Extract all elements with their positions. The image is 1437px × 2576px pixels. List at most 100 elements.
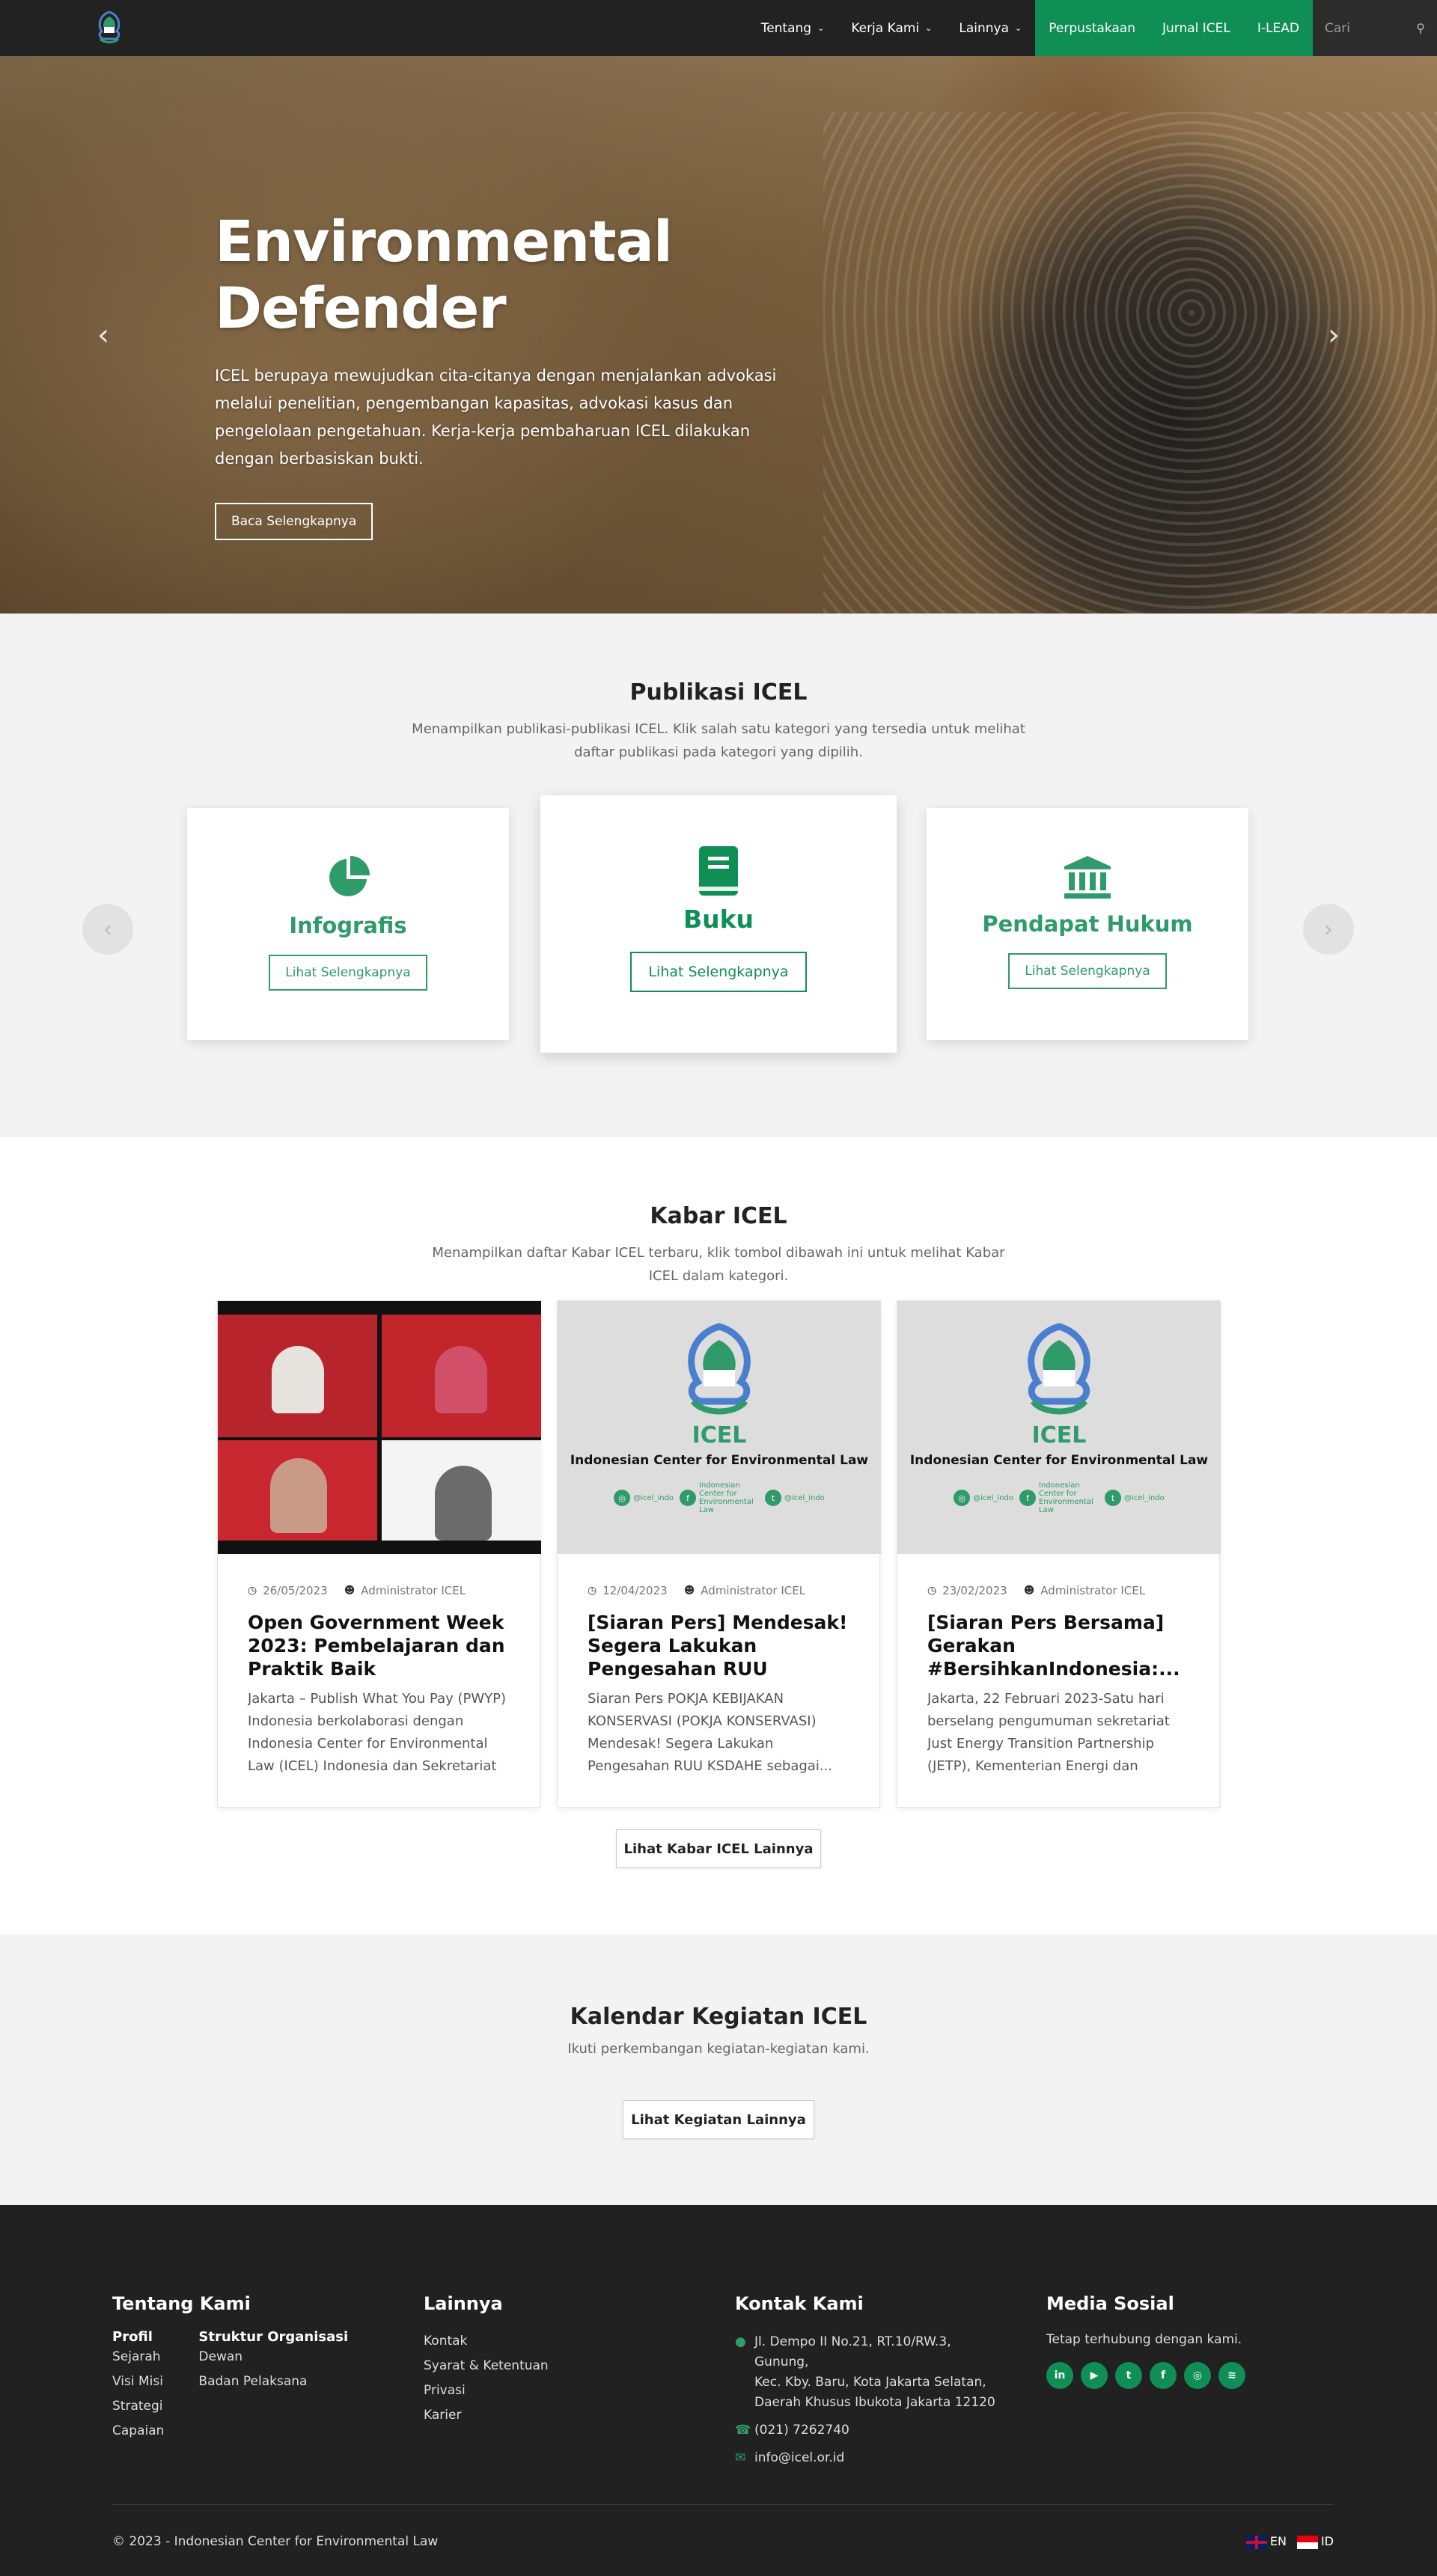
footer-lainnya-title: Lainnya: [424, 2293, 503, 2314]
spotify-icon[interactable]: ≋: [1218, 2362, 1245, 2389]
hero-prev-arrow-icon[interactable]: ‹: [97, 318, 109, 352]
instagram-icon[interactable]: ◎: [1184, 2362, 1211, 2389]
pub-card-button[interactable]: Lihat Selengkapnya: [269, 955, 427, 991]
lang-en[interactable]: EN: [1245, 2534, 1287, 2549]
nav-jurnal-icel[interactable]: Jurnal ICEL: [1149, 0, 1244, 56]
footer-profil-heading[interactable]: Profil: [112, 2329, 164, 2345]
icel-logo-icon: [1028, 1323, 1090, 1415]
carousel-prev-icon[interactable]: ‹: [82, 904, 133, 955]
footer-link-syarat[interactable]: Syarat & Ketentuan: [424, 2354, 549, 2378]
clock-icon: ◷: [248, 1585, 257, 1597]
clock-icon: ◷: [927, 1585, 937, 1597]
news-meta: ◷ 12/04/2023 ☻ Administrator ICEL: [588, 1584, 849, 1597]
nav-perpustakaan[interactable]: Perpustakaan: [1035, 0, 1149, 56]
footer-tentang-title: Tentang Kami: [112, 2293, 251, 2314]
chevron-down-icon: ⌄: [925, 23, 933, 33]
news-body: ◷ 12/04/2023 ☻ Administrator ICEL [Siara…: [558, 1554, 879, 1778]
copyright: © 2023 - Indonesian Center for Environme…: [112, 2534, 439, 2549]
pub-card-title: Pendapat Hukum: [982, 911, 1193, 937]
twitter-icon[interactable]: t: [1115, 2362, 1142, 2389]
lang-id[interactable]: ID: [1296, 2534, 1334, 2549]
facebook-icon: f: [1019, 1490, 1036, 1506]
pie-chart-icon: [187, 854, 509, 904]
twitter-icon: t: [1105, 1490, 1121, 1506]
nav-i-lead[interactable]: I-LEAD: [1244, 0, 1313, 56]
footer-link-karier[interactable]: Karier: [424, 2403, 549, 2428]
clock-icon: ◷: [588, 1585, 597, 1597]
instagram-icon: ◎: [614, 1490, 631, 1506]
phone-number: (021) 7262740: [754, 2423, 849, 2438]
nav-lainnya-label: Lainnya: [959, 20, 1010, 36]
kabar-subtitle: Menampilkan daftar Kabar ICEL terbaru, k…: [432, 1245, 1005, 1284]
footer-link-strategi[interactable]: Strategi: [112, 2394, 164, 2419]
search-input[interactable]: [1325, 20, 1407, 36]
pub-card-button[interactable]: Lihat Selengkapnya: [630, 952, 807, 992]
news-body: ◷ 23/02/2023 ☻ Administrator ICEL [Siara…: [897, 1554, 1219, 1778]
social-links: in ▶ t f ◎ ≋: [1046, 2362, 1245, 2389]
hero-title: Environmental Defender: [215, 208, 673, 341]
footer-link-kontak[interactable]: Kontak: [424, 2329, 549, 2354]
news-body: ◷ 26/05/2023 ☻ Administrator ICEL Open G…: [218, 1554, 540, 1778]
kabar-section: Kabar ICEL Menampilkan daftar Kabar ICEL…: [0, 1137, 1437, 1934]
more-news-button[interactable]: Lihat Kabar ICEL Lainnya: [616, 1829, 821, 1868]
thumb-handle: @icel_indo: [973, 1493, 1013, 1502]
footer-lainnya: Lainnya Kontak Syarat & Ketentuan Privas…: [424, 2293, 549, 2428]
news-title[interactable]: Open Government Week 2023: Pembelajaran …: [248, 1611, 510, 1680]
pub-card-pendapat-hukum[interactable]: Pendapat Hukum Lihat Selengkapnya: [927, 808, 1248, 1040]
publikasi-title: Publikasi ICEL: [629, 679, 808, 706]
nav-lainnya[interactable]: Lainnya ⌄: [945, 0, 1035, 56]
news-date: 23/02/2023: [942, 1584, 1007, 1597]
nav-kerja-kami-label: Kerja Kami: [851, 20, 920, 36]
icel-logo[interactable]: [93, 9, 126, 46]
navbar: Tentang ⌄ Kerja Kami ⌄ Lainnya ⌄ Perpustaka…: [0, 0, 1437, 56]
linkedin-icon[interactable]: in: [1046, 2362, 1073, 2389]
nav-green-group: Perpustakaan Jurnal ICEL I-LEAD: [1035, 0, 1313, 56]
hero-read-more-button[interactable]: Baca Selengkapnya: [215, 503, 373, 540]
footer-link-sejarah[interactable]: Sejarah: [112, 2345, 164, 2370]
footer-phone[interactable]: ☎ (021) 7262740: [735, 2420, 1004, 2441]
news-card[interactable]: ICEL Indonesian Center for Environmental…: [897, 1300, 1221, 1808]
footer-link-dewan[interactable]: Dewan: [198, 2345, 348, 2370]
footer-link-badan-pelaksana[interactable]: Badan Pelaksana: [198, 2370, 348, 2394]
footer-link-capaian[interactable]: Capaian: [112, 2419, 164, 2444]
news-author: Administrator ICEL: [361, 1584, 466, 1597]
pub-card-buku[interactable]: Buku Lihat Selengkapnya: [540, 795, 897, 1053]
footer-link-visi-misi[interactable]: Visi Misi: [112, 2370, 164, 2394]
hero-content: Environmental Defender ICEL berupaya mew…: [215, 208, 829, 540]
thumb-socials: ◎ @icel_indo f Indonesian Center for Envir…: [614, 1481, 825, 1514]
address-line: Daerah Khusus Ibukota Jakarta 12120: [754, 2395, 995, 2410]
thumb-handle: Indonesian Center for Environmental Law: [1039, 1481, 1093, 1514]
pub-card-button[interactable]: Lihat Selengkapnya: [1008, 953, 1167, 989]
search-icon[interactable]: ⚲: [1416, 21, 1425, 35]
footer-email[interactable]: ✉ info@icel.or.id: [735, 2448, 1004, 2468]
nav-kerja-kami[interactable]: Kerja Kami ⌄: [838, 0, 945, 56]
news-image-icel-logo: ICEL Indonesian Center for Environmental…: [897, 1301, 1221, 1554]
news-card[interactable]: ICEL Indonesian Center for Environmental…: [557, 1300, 881, 1808]
footer-link-privasi[interactable]: Privasi: [424, 2378, 549, 2403]
youtube-icon[interactable]: ▶: [1081, 2362, 1108, 2389]
pub-card-title: Buku: [683, 905, 754, 934]
news-date: 26/05/2023: [263, 1584, 328, 1597]
news-excerpt: Siaran Pers POKJA KEBIJAKAN KONSERVASI (…: [588, 1691, 832, 1774]
twitter-icon: t: [765, 1490, 781, 1506]
news-title[interactable]: [Siaran Pers Bersama] Gerakan #Bersihkan…: [927, 1611, 1189, 1680]
more-events-button[interactable]: Lihat Kegiatan Lainnya: [623, 2100, 814, 2139]
news-excerpt: Jakarta – Publish What You Pay (PWYP) In…: [248, 1691, 507, 1774]
chevron-down-icon: ⌄: [817, 23, 825, 33]
nav-tentang[interactable]: Tentang ⌄: [748, 0, 838, 56]
user-icon: ☻: [344, 1585, 356, 1597]
footer-struktur-heading[interactable]: Struktur Organisasi: [198, 2329, 348, 2345]
kalendar-section: Kalendar Kegiatan ICEL Ikuti perkembanga…: [0, 1934, 1437, 2205]
id-flag-icon: [1296, 2535, 1318, 2549]
news-title[interactable]: [Siaran Pers] Mendesak! Segera Lakukan P…: [588, 1611, 849, 1680]
news-card[interactable]: ◷ 26/05/2023 ☻ Administrator ICEL Open G…: [217, 1300, 541, 1808]
pub-card-infografis[interactable]: Infografis Lihat Selengkapnya: [187, 808, 509, 1040]
footer-address: ● Jl. Dempo II No.21, RT.10/RW.3, Gunung…: [735, 2332, 1004, 2413]
footer-kontak: Kontak Kami ● Jl. Dempo II No.21, RT.10/…: [735, 2293, 1004, 2468]
mail-icon: ✉: [735, 2450, 746, 2465]
carousel-next-icon[interactable]: ›: [1303, 904, 1354, 955]
facebook-icon[interactable]: f: [1150, 2362, 1177, 2389]
news-date: 12/04/2023: [602, 1584, 668, 1597]
footer-tentang: Tentang Kami Profil Sejarah Visi Misi St…: [112, 2293, 348, 2444]
hero-next-arrow-icon[interactable]: ›: [1328, 318, 1340, 352]
